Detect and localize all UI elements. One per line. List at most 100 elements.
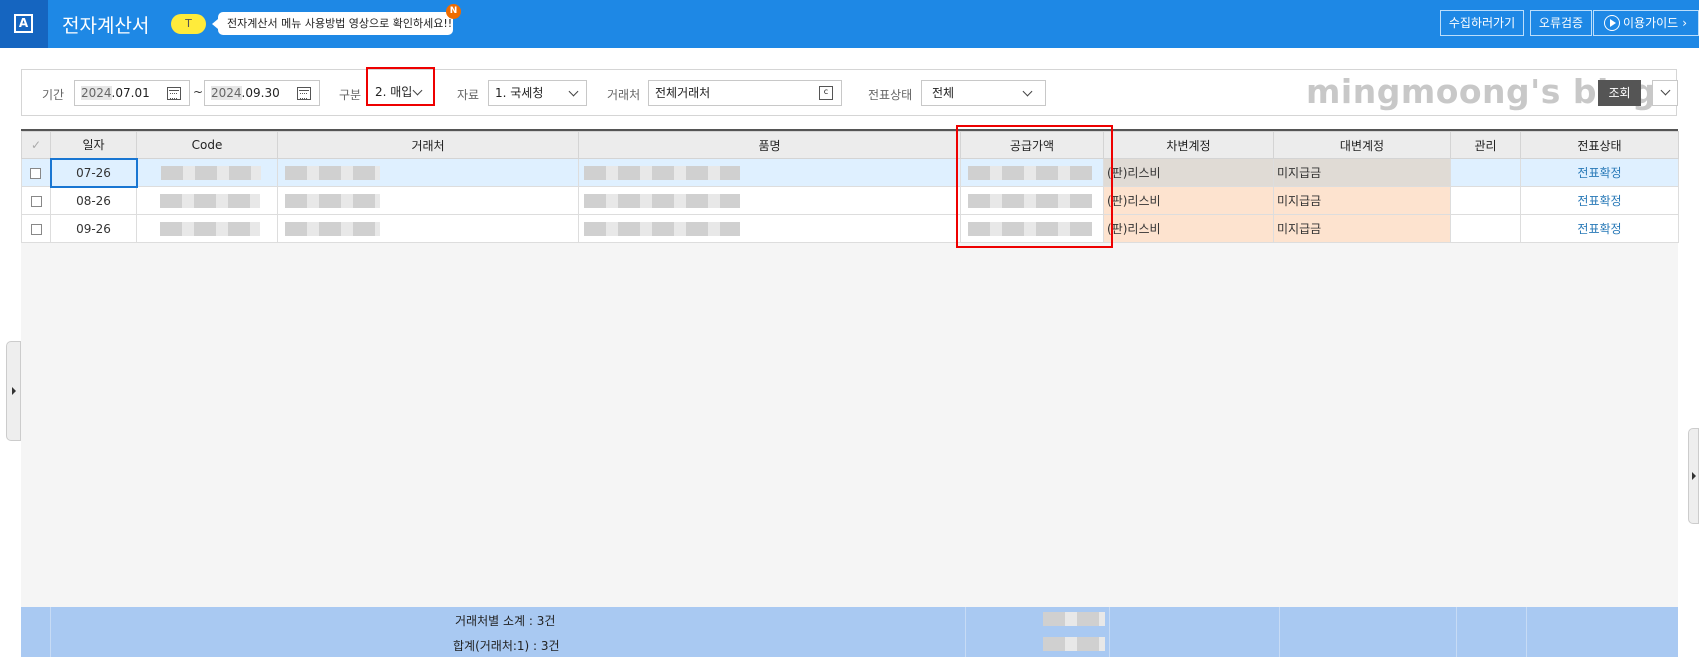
partner-field[interactable]: 전체거래처 c <box>648 80 842 106</box>
footer-divider <box>50 632 51 657</box>
manage-cell[interactable] <box>1450 186 1521 215</box>
source-select[interactable]: 1. 국세청 <box>488 80 587 106</box>
type-highlight-box <box>366 67 435 106</box>
col-header-debit-account[interactable]: 차변계정 <box>1103 131 1274 159</box>
user-guide-button[interactable]: 이용가이드 › <box>1593 10 1699 36</box>
debit-account-cell[interactable]: (판)리스비 <box>1103 158 1274 187</box>
redacted-partner <box>285 193 380 208</box>
row-checkbox[interactable] <box>21 214 51 243</box>
supply-amount-highlight-box <box>956 125 1113 248</box>
footer-divider <box>1109 632 1110 657</box>
chevron-down-icon <box>1022 86 1033 97</box>
status-filter-label: 전표상태 <box>868 88 913 102</box>
redacted-total-amount <box>1043 637 1105 651</box>
chevron-right-icon: › <box>1682 16 1688 30</box>
total-row: 합계(거래처:1) : 3건 <box>21 632 1678 657</box>
status-filter-select[interactable]: 전체 <box>921 80 1046 106</box>
code-cell[interactable] <box>136 214 278 243</box>
manage-cell[interactable] <box>1450 214 1521 243</box>
manage-cell[interactable] <box>1450 158 1521 187</box>
logo-letter: A <box>14 14 33 33</box>
redacted-code <box>160 221 260 236</box>
date-cell[interactable]: 08-26 <box>50 186 137 215</box>
invoice-grid: ✓ 일자 Code 거래처 품명 공급가액 차변계정 대변계정 관리 전표상태 … <box>21 129 1679 657</box>
total-label: 합계(거래처:1) : 3건 <box>453 639 560 653</box>
top-header: A 전자계산서 T 전자계산서 메뉴 사용방법 영상으로 확인하세요!! N 수… <box>0 0 1699 48</box>
col-header-code[interactable]: Code <box>136 131 278 159</box>
voucher-status-cell[interactable]: 전표확정 <box>1520 158 1679 187</box>
col-header-voucher-status[interactable]: 전표상태 <box>1520 131 1679 159</box>
date-from-field[interactable]: 2024.07.01 <box>74 80 190 106</box>
select-all-checkbox[interactable]: ✓ <box>21 131 51 159</box>
debit-account-cell[interactable]: (판)리스비 <box>1103 186 1274 215</box>
col-header-credit-account[interactable]: 대변계정 <box>1273 131 1451 159</box>
row-checkbox[interactable] <box>21 186 51 215</box>
redacted-code <box>160 193 260 208</box>
col-header-date[interactable]: 일자 <box>50 131 137 159</box>
date-cell[interactable]: 09-26 <box>50 214 137 243</box>
play-icon <box>1604 14 1620 31</box>
error-check-button[interactable]: 오류검증 <box>1530 10 1592 36</box>
item-cell[interactable] <box>578 186 961 215</box>
footer-divider <box>1526 632 1527 657</box>
partner-cell[interactable] <box>277 214 579 243</box>
footer-divider <box>1279 607 1280 632</box>
col-header-partner[interactable]: 거래처 <box>277 131 579 159</box>
redacted-item <box>584 221 740 236</box>
footer-divider <box>965 607 966 632</box>
credit-account-cell[interactable]: 미지급금 <box>1273 158 1451 187</box>
chevron-down-icon <box>568 86 579 97</box>
footer-divider <box>1279 632 1280 657</box>
row-checkbox[interactable] <box>21 158 51 187</box>
credit-account-cell[interactable]: 미지급금 <box>1273 214 1451 243</box>
partner-search-icon[interactable]: c <box>819 86 833 100</box>
source-select-value: 1. 국세청 <box>495 86 544 100</box>
t-badge[interactable]: T <box>171 14 206 34</box>
partner-label: 거래처 <box>607 88 641 102</box>
date-to-year: 2024 <box>211 86 242 100</box>
date-to-field[interactable]: 2024.09.30 <box>204 80 320 106</box>
table-header-row: ✓ 일자 Code 거래처 품명 공급가액 차변계정 대변계정 관리 전표상태 <box>21 131 1679 159</box>
col-header-item[interactable]: 품명 <box>578 131 961 159</box>
collect-button[interactable]: 수집하러가기 <box>1440 10 1524 36</box>
partner-field-value: 전체거래처 <box>655 86 711 100</box>
subtotal-label: 거래처별 소계 : 3건 <box>455 614 556 628</box>
calendar-icon[interactable] <box>297 87 311 100</box>
right-panel-toggle[interactable] <box>1688 428 1699 524</box>
voucher-status-cell[interactable]: 전표확정 <box>1520 186 1679 215</box>
item-cell[interactable] <box>578 158 961 187</box>
page-title: 전자계산서 <box>62 15 150 37</box>
new-badge: N <box>446 4 461 19</box>
footer-divider <box>1456 607 1457 632</box>
date-to-rest: .09.30 <box>241 86 280 100</box>
code-cell[interactable] <box>136 186 278 215</box>
guide-tooltip[interactable]: 전자계산서 메뉴 사용방법 영상으로 확인하세요!! <box>212 12 453 35</box>
date-tilde: ~ <box>193 85 204 99</box>
source-label: 자료 <box>457 88 480 102</box>
calendar-icon[interactable] <box>167 87 181 100</box>
table-row[interactable]: 08-26 (판)리스비 미지급금 전표확정 <box>21 186 1679 215</box>
table-row[interactable]: 07-26 (판)리스비 미지급금 전표확정 <box>21 157 1679 188</box>
redacted-item <box>584 193 740 208</box>
code-cell[interactable] <box>136 158 278 187</box>
redacted-item <box>584 165 740 180</box>
col-header-manage[interactable]: 관리 <box>1450 131 1521 159</box>
subtotal-row: 거래처별 소계 : 3건 <box>21 607 1678 632</box>
left-panel-toggle[interactable] <box>6 341 21 441</box>
date-from-year: 2024 <box>81 86 112 100</box>
expand-filter-button[interactable] <box>1652 80 1678 106</box>
date-cell[interactable]: 07-26 <box>49 157 138 188</box>
voucher-status-cell[interactable]: 전표확정 <box>1520 214 1679 243</box>
app-logo[interactable]: A <box>0 0 48 48</box>
debit-account-cell[interactable]: (판)리스비 <box>1103 214 1274 243</box>
partner-cell[interactable] <box>277 158 579 187</box>
credit-account-cell[interactable]: 미지급금 <box>1273 186 1451 215</box>
item-cell[interactable] <box>578 214 961 243</box>
footer-divider <box>50 607 51 632</box>
status-filter-value: 전체 <box>932 86 955 100</box>
footer-divider <box>965 632 966 657</box>
partner-cell[interactable] <box>277 186 579 215</box>
search-button[interactable]: 조회 <box>1598 80 1641 106</box>
period-label: 기간 <box>42 88 65 102</box>
table-row[interactable]: 09-26 (판)리스비 미지급금 전표확정 <box>21 214 1679 243</box>
